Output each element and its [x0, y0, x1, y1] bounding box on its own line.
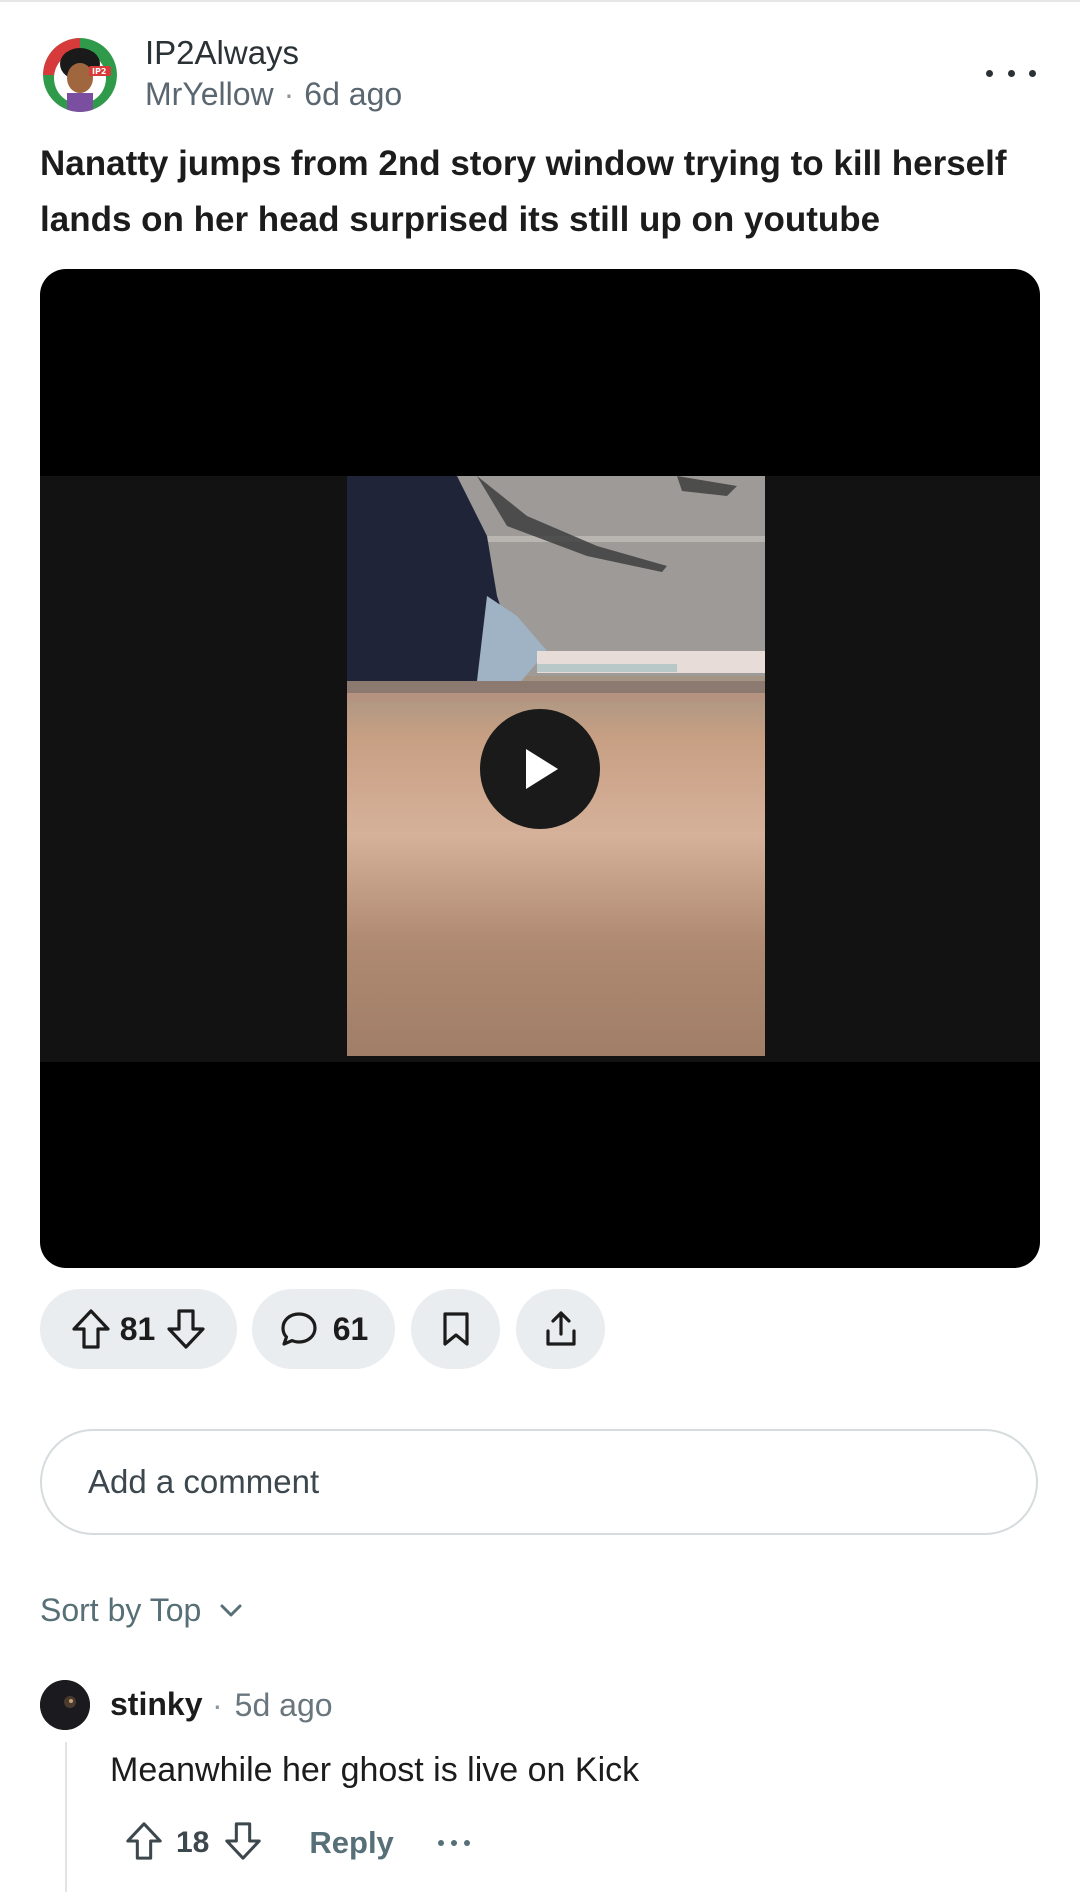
top-divider [0, 0, 1080, 2]
more-dot [1007, 69, 1015, 77]
arrow-up-icon [126, 1821, 162, 1860]
upvote-button[interactable] [70, 1307, 112, 1351]
arrow-up-icon [72, 1309, 110, 1349]
share-button[interactable] [516, 1289, 605, 1369]
comment-actions: 18 Reply [124, 1818, 470, 1868]
arrow-down-icon [225, 1821, 262, 1860]
comment-count: 61 [332, 1310, 369, 1347]
comment-item: stinky · 5d ago Meanwhile her ghost is li… [40, 1680, 1040, 1892]
sort-dropdown[interactable]: Sort by Top [40, 1592, 243, 1629]
more-options-button[interactable] [986, 58, 1036, 88]
share-icon [545, 1311, 576, 1346]
post-action-bar: 81 61 [40, 1289, 1040, 1369]
meta-separator: · [283, 76, 295, 112]
more-horizontal-icon [437, 1840, 444, 1846]
comment-body: Meanwhile her ghost is live on Kick [110, 1751, 640, 1789]
play-button[interactable] [480, 709, 600, 829]
more-horizontal-icon [986, 69, 993, 77]
reply-button[interactable]: Reply [309, 1825, 393, 1861]
sort-label: Sort by Top [40, 1592, 202, 1628]
post-meta: MrYellow · 6d ago [145, 76, 402, 113]
comment-author[interactable]: stinky [110, 1686, 202, 1723]
add-comment-input[interactable]: Add a comment [40, 1429, 1038, 1535]
post-author[interactable]: MrYellow [145, 76, 274, 112]
comment-time: 5d ago [234, 1687, 333, 1723]
video-player[interactable] [40, 269, 1040, 1268]
post-header: IP2 IP2Always MrYellow · 6d ago [40, 30, 1040, 120]
comment-meta: · 5d ago [212, 1687, 333, 1724]
save-button[interactable] [411, 1289, 500, 1369]
comment-downvote-button[interactable] [223, 1820, 263, 1867]
bookmark-icon [442, 1312, 469, 1346]
more-dot [450, 1840, 457, 1846]
add-comment-placeholder: Add a comment [88, 1463, 320, 1500]
upvote-count: 81 [119, 1310, 156, 1347]
thread-line[interactable] [65, 1742, 67, 1892]
comment-vote-count: 18 [176, 1826, 210, 1859]
community-avatar[interactable]: IP2 [43, 38, 117, 112]
comment-meta-separator: · [212, 1687, 223, 1723]
comment-bubble-icon [281, 1312, 317, 1346]
vote-pill: 81 [40, 1289, 237, 1369]
chevron-down-icon [220, 1604, 242, 1616]
more-dot [1029, 69, 1036, 77]
comments-button[interactable]: 61 [252, 1289, 395, 1369]
arrow-down-icon [167, 1309, 205, 1349]
comment-avatar[interactable] [40, 1680, 90, 1730]
play-icon [526, 749, 558, 789]
downvote-button[interactable] [165, 1307, 207, 1351]
post-time: 6d ago [304, 76, 403, 112]
post-title[interactable]: Nanatty jumps from 2nd story window tryi… [40, 136, 1040, 248]
comment-more-button[interactable] [437, 1838, 470, 1848]
community-name[interactable]: IP2Always [145, 34, 299, 72]
avatar-badge-text: IP2 [92, 67, 106, 76]
comment-upvote-button[interactable] [124, 1820, 164, 1867]
more-dot [463, 1840, 470, 1846]
